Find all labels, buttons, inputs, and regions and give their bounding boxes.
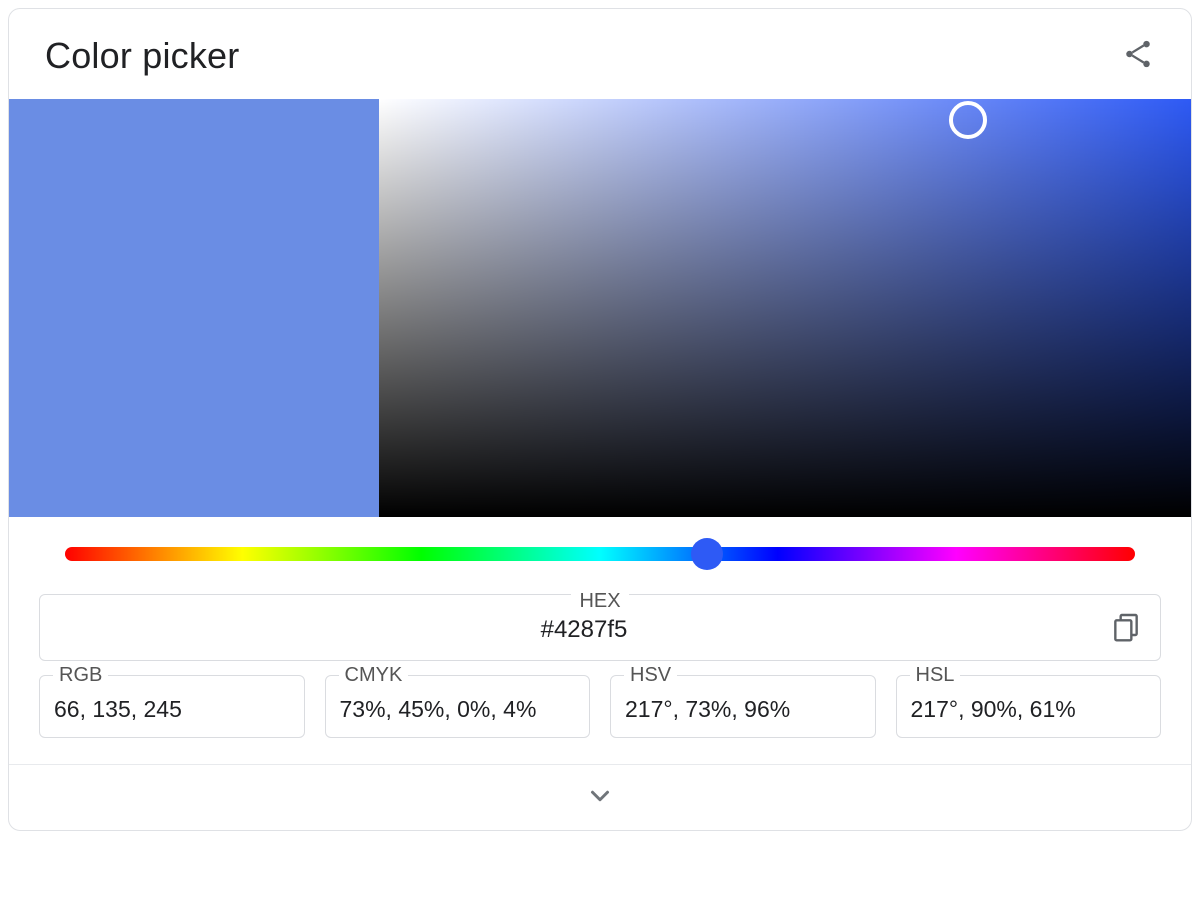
hex-label: HEX <box>571 590 628 612</box>
format-hsv: HSV 217°, 73%, 96% <box>610 675 876 738</box>
hex-value-wrap <box>58 616 1110 644</box>
format-rgb: RGB 66, 135, 245 <box>39 675 305 738</box>
saturation-value-picker[interactable] <box>379 99 1191 517</box>
black-gradient-layer <box>379 99 1191 517</box>
hue-slider[interactable] <box>65 547 1135 561</box>
hex-section: HEX <box>9 571 1191 661</box>
format-label-rgb: RGB <box>53 664 108 687</box>
format-label-cmyk: CMYK <box>339 664 409 687</box>
share-icon[interactable] <box>1121 37 1155 76</box>
selected-color-swatch <box>9 99 379 517</box>
page-title: Color picker <box>45 35 239 77</box>
hex-label-row: HEX <box>39 591 1161 605</box>
header: Color picker <box>9 9 1191 99</box>
copy-icon[interactable] <box>1110 611 1142 648</box>
hue-handle[interactable] <box>691 538 723 570</box>
hex-input[interactable] <box>58 616 1110 644</box>
format-label-hsv: HSV <box>624 664 677 687</box>
hue-slider-row <box>9 517 1191 571</box>
formats-row: RGB 66, 135, 245 CMYK 73%, 45%, 0%, 4% H… <box>9 661 1191 764</box>
format-cmyk: CMYK 73%, 45%, 0%, 4% <box>325 675 591 738</box>
color-picker-card: Color picker HEX <box>8 8 1192 831</box>
expand-button[interactable] <box>9 764 1191 830</box>
format-label-hsl: HSL <box>910 664 961 687</box>
format-hsl: HSL 217°, 90%, 61% <box>896 675 1162 738</box>
color-area <box>9 99 1191 517</box>
chevron-down-icon <box>585 798 615 815</box>
